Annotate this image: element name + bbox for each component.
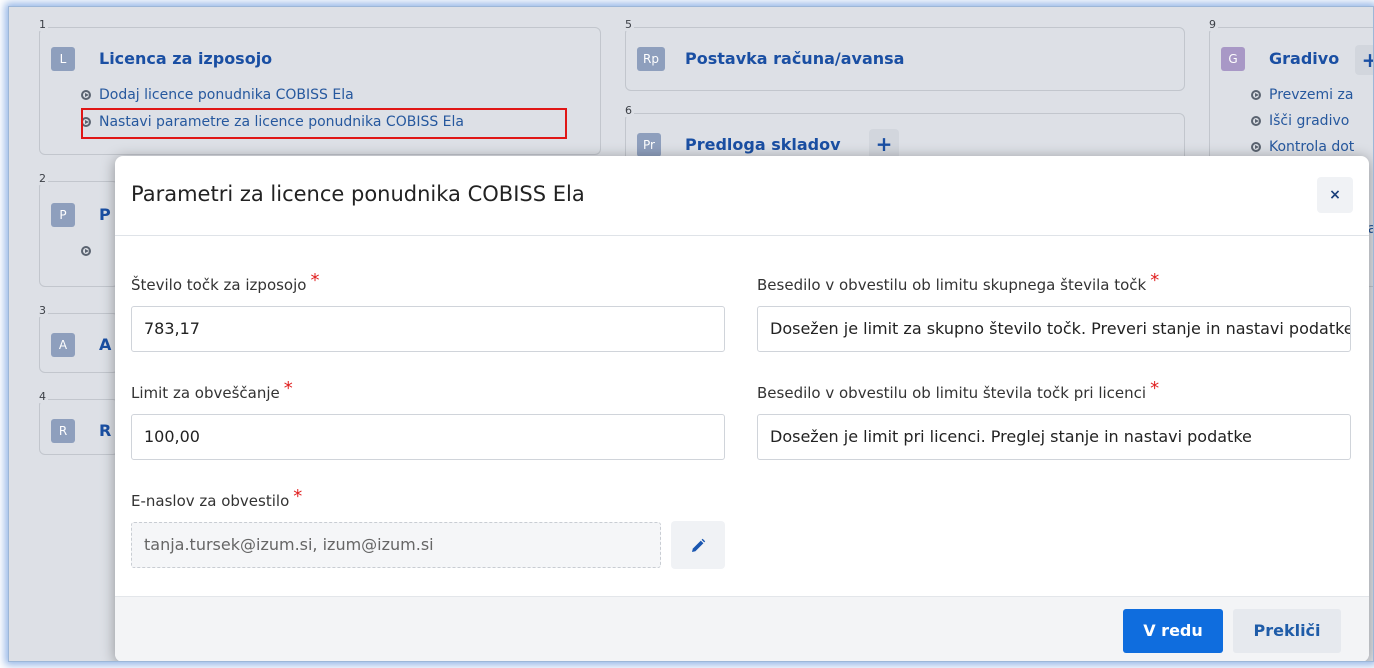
panel-number: 9 [1207,18,1218,31]
email-field: tanja.tursek@izum.si, izum@izum.si [131,522,661,568]
panel-number: 1 [37,18,48,31]
panel-title-3[interactable]: A [99,335,111,354]
link-isci-gradivo[interactable]: Išči gradivo [1251,113,1349,129]
close-icon[interactable]: × [1317,177,1353,213]
add-icon[interactable]: + [1355,45,1373,75]
circle-arrow-icon [81,246,91,256]
panel-badge: Pr [637,133,661,157]
panel-2 [39,181,119,287]
points-input[interactable]: 783,17 [131,306,725,352]
limit-input[interactable]: 100,00 [131,414,725,460]
background-workspace: 1 L Licenca za izposojo Dodaj licence po… [8,6,1374,662]
panel-number: 5 [623,18,634,31]
panel-badge: A [51,333,75,357]
add-icon[interactable]: + [869,129,899,159]
license-text-label: Besedilo v obvestilu ob limitu števila t… [757,378,1160,402]
highlight-box [81,108,567,139]
email-label: E-naslov za obvestilo * [131,486,303,510]
panel-title-licenca[interactable]: Licenca za izposojo [99,49,272,68]
ok-button[interactable]: V redu [1123,609,1223,653]
panel-badge: P [51,203,75,227]
cancel-button[interactable]: Prekliči [1233,609,1341,653]
pencil-icon [692,538,706,552]
total-text-label: Besedilo v obvestilu ob limitu skupnega … [757,270,1160,294]
panel-title-predloga[interactable]: Predloga skladov [685,135,841,154]
panel-badge: G [1221,47,1245,71]
panel-title-postavka[interactable]: Postavka računa/avansa [685,49,904,68]
circle-arrow-icon [1251,90,1261,100]
link-prevzemi[interactable]: Prevzemi za [1251,87,1353,103]
link-kontrola[interactable]: Kontrola dot [1251,139,1354,155]
circle-arrow-icon [1251,142,1261,152]
panel-number: 6 [623,104,634,117]
points-label: Število točk za izposojo * [131,270,320,294]
panel-title-2[interactable]: P [99,205,111,224]
edit-button[interactable] [671,521,725,569]
total-text-input[interactable]: Dosežen je limit za skupno število točk.… [757,306,1351,352]
panel-number: 4 [37,390,48,403]
panel-title-gradivo[interactable]: Gradivo [1269,49,1339,68]
parameters-dialog: Parametri za licence ponudnika COBISS El… [115,156,1369,661]
panel-badge: Rp [637,47,665,71]
circle-arrow-icon [81,90,91,100]
panel-number: 3 [37,304,48,317]
dialog-header: Parametri za licence ponudnika COBISS El… [115,156,1369,236]
link-panel-2[interactable] [81,243,99,259]
link-dodaj-licence[interactable]: Dodaj licence ponudnika COBISS Ela [81,87,354,103]
circle-arrow-icon [1251,116,1261,126]
license-text-input[interactable]: Dosežen je limit pri licenci. Preglej st… [757,414,1351,460]
panel-title-4[interactable]: R [99,421,111,440]
panel-badge: R [51,419,75,443]
limit-label: Limit za obveščanje * [131,378,293,402]
panel-badge: L [51,47,75,71]
dialog-title: Parametri za licence ponudnika COBISS El… [131,182,585,206]
dialog-footer: V redu Prekliči [115,596,1369,661]
panel-number: 2 [37,172,48,185]
